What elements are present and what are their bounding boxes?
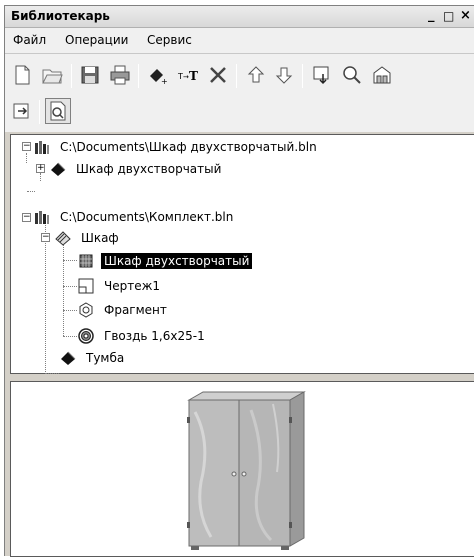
add-element-button[interactable]: + <box>145 62 171 88</box>
collapse-toggle[interactable]: − <box>41 233 50 242</box>
export-icon <box>13 103 29 119</box>
library-tree[interactable]: − + − − C:\Documents\Шкаф двухстворчатый… <box>10 134 474 374</box>
standard-part-icon <box>77 327 95 345</box>
tree-node-label: Чертеж1 <box>104 279 161 293</box>
librarian-window: Библиотекарь _ □ × Файл Операции Сервис … <box>4 5 474 557</box>
library-file-icon <box>33 208 51 226</box>
library-button[interactable] <box>369 62 395 88</box>
part-icon <box>59 349 77 367</box>
tree-connector <box>63 260 77 261</box>
export-button[interactable] <box>9 98 35 124</box>
tree-node-label: Шкаф двухстворчатый <box>76 162 222 176</box>
menu-file[interactable]: Файл <box>11 33 48 47</box>
tree-connector <box>63 310 77 311</box>
search-button[interactable] <box>339 62 365 88</box>
tree-connector <box>26 153 27 163</box>
toolbar-separator <box>236 64 237 88</box>
save-icon <box>81 66 99 84</box>
collapse-toggle[interactable]: − <box>22 213 31 222</box>
wardrobe-preview-image <box>187 391 306 550</box>
tree-node-label: Шкаф <box>81 231 119 245</box>
open-folder-icon <box>42 69 63 84</box>
insert-to-document-icon <box>313 66 329 85</box>
preview-pane <box>10 381 474 557</box>
insert-button[interactable] <box>309 62 335 88</box>
minimize-button[interactable]: _ <box>428 8 435 24</box>
svg-text:T: T <box>189 69 198 83</box>
save-button[interactable] <box>77 62 103 88</box>
collapse-toggle[interactable]: − <box>22 142 31 151</box>
tree-node-part[interactable]: Тумба <box>59 348 127 368</box>
tree-connector <box>63 286 77 287</box>
tree-connector <box>63 241 64 336</box>
tree-node-label: C:\Documents\Комплект.bln <box>60 210 234 224</box>
toolbar: + T → T <box>5 54 474 132</box>
tree-node-label: Шкаф двухстворчатый <box>101 253 253 269</box>
toolbar-separator <box>302 64 303 88</box>
tree-node-drawing[interactable]: Чертеж1 <box>77 276 163 296</box>
library-file-icon <box>33 138 51 156</box>
new-file-button[interactable] <box>9 62 35 88</box>
rename-icon: T → T <box>177 69 198 83</box>
drawing-icon <box>77 277 95 295</box>
open-button[interactable] <box>39 62 65 88</box>
tree-connector <box>45 373 59 374</box>
search-icon <box>343 66 361 84</box>
assembly-icon <box>54 229 72 247</box>
tree-node-label: Тумба <box>86 351 125 365</box>
tree-node-model[interactable]: Шкаф двухстворчатый <box>77 251 253 271</box>
fragment-icon <box>77 301 95 319</box>
svg-text:+: + <box>161 77 168 86</box>
tree-connector <box>40 173 41 181</box>
delete-icon <box>210 67 226 83</box>
tree-connector <box>27 191 35 192</box>
tree-connector <box>63 336 77 337</box>
tree-node-label: Гвоздь 1,6х25-1 <box>104 329 205 343</box>
tree-node-library-file[interactable]: C:\Documents\Комплект.bln <box>33 207 236 227</box>
toolbar-separator <box>71 64 72 88</box>
rename-button[interactable]: T → T <box>175 62 201 88</box>
menu-service[interactable]: Сервис <box>145 33 194 47</box>
preview-icon <box>50 101 66 121</box>
window-title: Библиотекарь <box>11 9 110 23</box>
tree-node-label: C:\Documents\Шкаф двухстворчатый.bln <box>60 140 317 154</box>
library-icon <box>373 66 391 84</box>
maximize-button[interactable]: □ <box>443 8 454 24</box>
tree-node-fragment[interactable]: Фрагмент <box>77 300 170 320</box>
menu-bar: Файл Операции Сервис <box>5 28 474 54</box>
move-up-icon <box>247 66 265 83</box>
part-icon <box>49 160 67 178</box>
menu-operations[interactable]: Операции <box>63 33 130 47</box>
print-button[interactable] <box>107 62 133 88</box>
tree-node-library-file[interactable]: C:\Documents\Шкаф двухстворчатый.bln <box>33 137 320 157</box>
title-bar[interactable]: Библиотекарь _ □ × <box>5 6 474 28</box>
model-3d-icon <box>77 252 95 270</box>
close-button[interactable]: × <box>460 8 471 24</box>
tree-node-assembly[interactable]: Шкаф <box>54 228 122 248</box>
tree-node-part[interactable]: Шкаф двухстворчатый <box>49 159 224 179</box>
toolbar-separator <box>138 64 139 88</box>
add-element-icon: + <box>150 69 168 86</box>
tree-node-label: Фрагмент <box>104 303 167 317</box>
move-up-button[interactable] <box>243 62 269 88</box>
toolbar-separator <box>39 100 40 124</box>
new-file-icon <box>15 65 30 85</box>
move-down-button[interactable] <box>271 62 297 88</box>
print-icon <box>110 65 130 85</box>
expand-toggle[interactable]: + <box>36 164 45 173</box>
delete-button[interactable] <box>205 62 231 88</box>
tree-node-standard-part[interactable]: Гвоздь 1,6х25-1 <box>77 326 208 346</box>
preview-button[interactable] <box>45 98 71 124</box>
tree-connector <box>45 222 46 372</box>
move-down-icon <box>275 67 293 84</box>
